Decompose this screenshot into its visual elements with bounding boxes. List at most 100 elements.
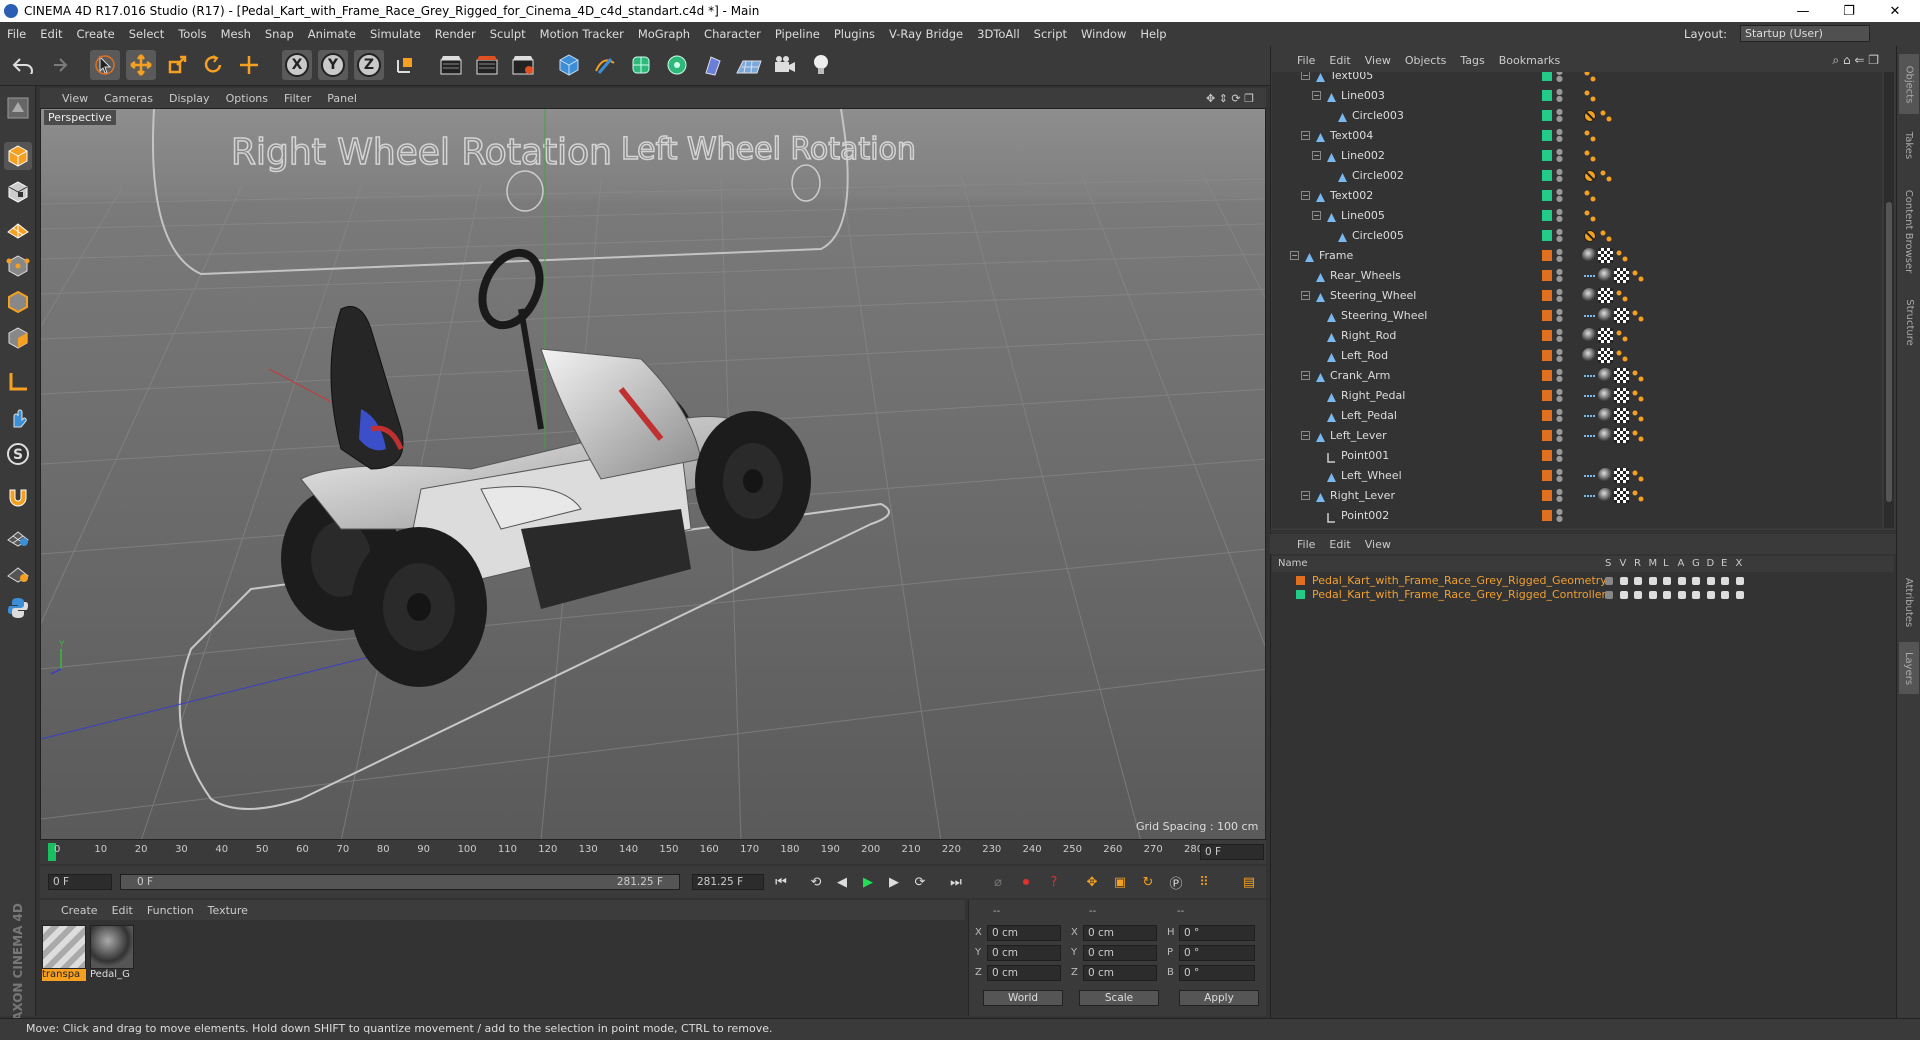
visibility-dots-icon[interactable]: ●●: [1556, 508, 1563, 524]
start-frame-field[interactable]: 0 F: [48, 874, 112, 890]
viewport-menu-filter[interactable]: Filter: [276, 92, 319, 105]
layer-color-swatch[interactable]: [1542, 410, 1552, 421]
menu-render[interactable]: Render: [428, 27, 483, 41]
visibility-dots-icon[interactable]: ●●: [1556, 128, 1563, 144]
ik-tag-icon[interactable]: [1582, 128, 1597, 143]
current-frame-field[interactable]: 0 F: [1200, 844, 1264, 860]
menu-edit[interactable]: Edit: [33, 27, 69, 41]
texture-tag-icon[interactable]: [1614, 388, 1629, 403]
layer-color-swatch[interactable]: [1542, 470, 1552, 481]
record-active-objects-icon[interactable]: ⌀: [987, 871, 1009, 893]
object-row[interactable]: Left_Rod ● ●: [1272, 346, 1882, 366]
texture-tag-icon[interactable]: [1598, 348, 1613, 363]
visibility-dots-icon[interactable]: ●●: [1556, 72, 1563, 84]
viewport-nav-icons[interactable]: ✥ ⇕ ⟳ ❐: [1198, 92, 1262, 105]
layer-row[interactable]: Pedal_Kart_with_Frame_Race_Grey_Rigged_G…: [1272, 574, 1894, 588]
menu-vray-bridge[interactable]: V-Ray Bridge: [882, 27, 970, 41]
rotation-h-field[interactable]: 0 °: [1179, 925, 1255, 941]
floor-icon[interactable]: [734, 50, 764, 80]
coordinate-system-icon[interactable]: [390, 50, 420, 80]
expand-toggle-icon[interactable]: −: [1312, 151, 1321, 160]
ik-tag-icon[interactable]: [1598, 228, 1613, 243]
end-frame-field[interactable]: 281.25 F: [692, 874, 764, 890]
object-row[interactable]: − Text005 ●●: [1272, 72, 1882, 86]
visibility-dots-icon[interactable]: ●●: [1556, 488, 1563, 504]
constraint-tag-icon[interactable]: [1582, 488, 1597, 503]
scale-tool-icon[interactable]: [162, 50, 192, 80]
render-picture-viewer-icon[interactable]: [472, 50, 502, 80]
visibility-dots-icon[interactable]: ●●: [1556, 188, 1563, 204]
layer-color-swatch[interactable]: [1542, 90, 1552, 101]
material-tag-icon[interactable]: [1582, 248, 1597, 263]
layer-column-header[interactable]: R: [1634, 558, 1641, 569]
menu-help[interactable]: Help: [1133, 27, 1173, 41]
texture-tag-icon[interactable]: [1598, 248, 1613, 263]
layer-toggle-icon[interactable]: [1634, 591, 1642, 599]
redo-icon[interactable]: [42, 50, 72, 80]
constraint-tag-icon[interactable]: [1582, 388, 1597, 403]
size-y-field[interactable]: 0 cm: [1083, 945, 1157, 961]
layer-color-swatch[interactable]: [1542, 490, 1552, 501]
ik-tag-icon[interactable]: [1630, 428, 1645, 443]
go-to-previous-key-icon[interactable]: ⟲: [805, 871, 827, 893]
x-axis-lock-button[interactable]: X: [282, 50, 312, 80]
ik-tag-icon[interactable]: [1598, 108, 1613, 123]
recent-tools-icon[interactable]: [234, 50, 264, 80]
layer-color-swatch[interactable]: [1542, 250, 1552, 261]
texture-tag-icon[interactable]: [1598, 328, 1613, 343]
key-scale-icon[interactable]: ▣: [1109, 871, 1131, 893]
objects-menu-tags[interactable]: Tags: [1453, 54, 1491, 67]
layer-toggle-icon[interactable]: [1619, 591, 1628, 599]
layer-color-swatch[interactable]: [1542, 72, 1552, 81]
object-row[interactable]: − Text002 ● ●: [1272, 186, 1882, 206]
visibility-dots-icon[interactable]: ●●: [1556, 408, 1563, 424]
tab-takes[interactable]: Takes: [1899, 120, 1919, 170]
key-point-level-icon[interactable]: ⠿: [1193, 871, 1215, 893]
texture-mode-icon[interactable]: [4, 178, 32, 206]
texture-tag-icon[interactable]: [1614, 268, 1629, 283]
visibility-dots-icon[interactable]: ●●: [1556, 228, 1563, 244]
layers-menu-file[interactable]: File: [1290, 538, 1322, 551]
layer-toggle-icon[interactable]: [1721, 591, 1729, 599]
go-to-start-icon[interactable]: ⏮: [770, 871, 792, 893]
protection-tag-icon[interactable]: [1582, 168, 1597, 183]
layer-color-swatch[interactable]: [1542, 170, 1552, 181]
object-row[interactable]: Left_Pedal ● ●: [1272, 406, 1882, 426]
visibility-dots-icon[interactable]: ●●: [1556, 168, 1563, 184]
layer-row[interactable]: Pedal_Kart_with_Frame_Race_Grey_Rigged_C…: [1272, 588, 1894, 602]
layer-color-swatch[interactable]: [1542, 230, 1552, 241]
constraint-tag-icon[interactable]: [1582, 308, 1597, 323]
ik-tag-icon[interactable]: [1614, 348, 1629, 363]
layer-column-header[interactable]: E: [1721, 558, 1727, 569]
texture-tag-icon[interactable]: [1614, 408, 1629, 423]
size-mode-select[interactable]: Scale: [1079, 990, 1159, 1006]
minimize-button[interactable]: —: [1780, 0, 1826, 22]
object-row[interactable]: − Steering_Wheel ● ●: [1272, 286, 1882, 306]
layer-toggle-icon[interactable]: [1605, 591, 1613, 599]
layer-color-swatch[interactable]: [1296, 576, 1305, 585]
texture-tag-icon[interactable]: [1614, 428, 1629, 443]
rotate-tool-icon[interactable]: [198, 50, 228, 80]
protection-tag-icon[interactable]: [1582, 228, 1597, 243]
go-to-end-icon[interactable]: ⏭: [945, 871, 967, 893]
ik-tag-icon[interactable]: [1582, 208, 1597, 223]
material-menu-edit[interactable]: Edit: [105, 904, 140, 917]
object-manager-search-icon[interactable]: ⌕ ⌂ ⇐ ❐: [1825, 53, 1886, 68]
menu-pipeline[interactable]: Pipeline: [768, 27, 827, 41]
object-row[interactable]: Point002 ● ●: [1272, 506, 1882, 526]
tab-layers[interactable]: Layers: [1899, 642, 1919, 694]
ik-tag-icon[interactable]: [1614, 328, 1629, 343]
timeline-ruler[interactable]: 0 10 20 30 40 50 60 70 80 90 100 110 120 130 140 150 160…: [40, 840, 1266, 864]
layer-toggle-icon[interactable]: [1735, 591, 1744, 599]
menu-sculpt[interactable]: Sculpt: [483, 27, 533, 41]
visibility-dots-icon[interactable]: ●●: [1556, 348, 1563, 364]
material-tag-icon[interactable]: [1598, 428, 1613, 443]
object-row[interactable]: − Line005 ● ●: [1272, 206, 1882, 226]
expand-toggle-icon[interactable]: −: [1301, 491, 1310, 500]
go-to-next-key-icon[interactable]: ⟳: [909, 871, 931, 893]
ik-tag-icon[interactable]: [1630, 388, 1645, 403]
menu-mograph[interactable]: MoGraph: [631, 27, 697, 41]
ik-tag-icon[interactable]: [1630, 308, 1645, 323]
tab-content-browser[interactable]: Content Browser: [1899, 176, 1919, 286]
polygons-mode-icon[interactable]: [4, 324, 32, 352]
